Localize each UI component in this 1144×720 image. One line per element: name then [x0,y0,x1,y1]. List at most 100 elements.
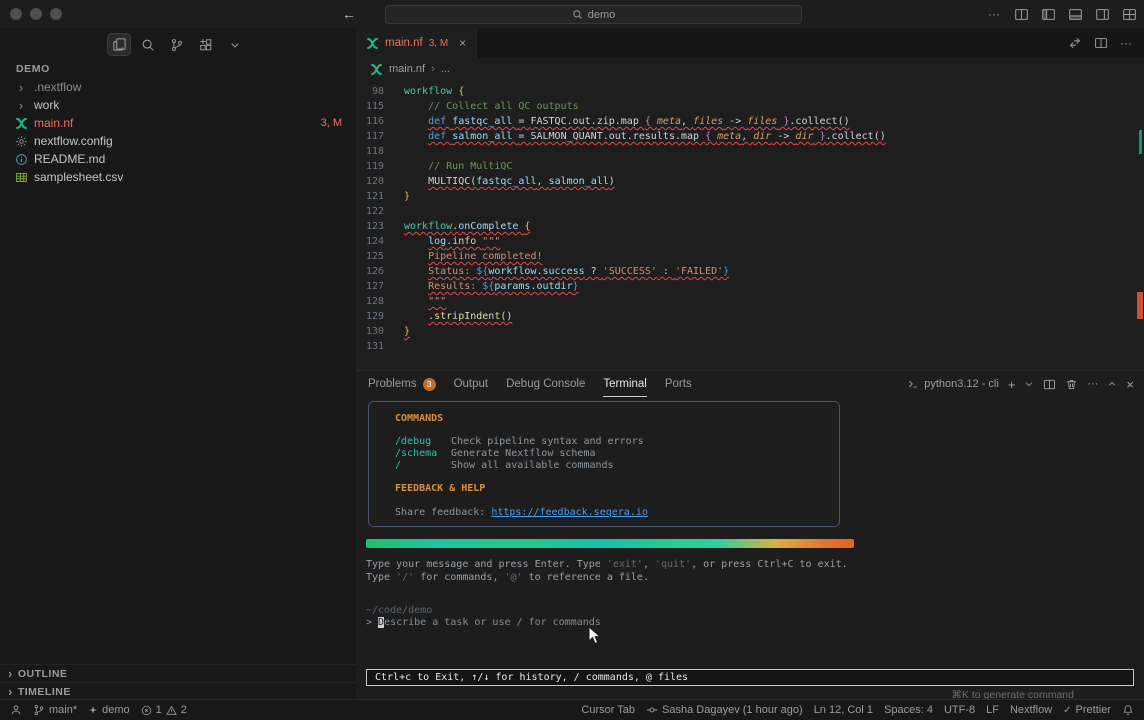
extensions-icon[interactable] [195,34,217,55]
zoom-window-button[interactable] [50,8,62,20]
code-editor[interactable]: 98workflow {115 // Collect all QC output… [356,80,1134,370]
split-terminal-icon[interactable] [1043,378,1056,391]
chevron-down-icon[interactable] [224,34,246,55]
indentation-status[interactable]: Spaces: 4 [884,704,933,716]
code-token: // Run MultiQC [428,161,512,172]
panel-tab-terminal[interactable]: Terminal [603,371,646,397]
open-changes-icon[interactable] [1068,36,1082,50]
code-line[interactable]: 129 .stripIndent() [356,309,1134,324]
line-number: 127 [356,279,384,294]
customize-layout-icon[interactable] [1120,4,1138,24]
file-row-.nextflow[interactable]: ›.nextflow [0,78,356,96]
tab-main-nf[interactable]: main.nf 3, M × [356,28,477,58]
project-status[interactable]: demo [88,704,130,716]
encoding-status[interactable]: UTF-8 [944,704,975,716]
code-token: Pipeline completed! [428,251,542,262]
code-line[interactable]: 120 MULTIQC(fastqc_all, salmon_all) [356,174,1134,189]
window-controls[interactable] [10,8,62,20]
panel-tab-ports[interactable]: Ports [665,371,692,397]
code-token: , [537,176,549,187]
minimize-window-button[interactable] [30,8,42,20]
panel-more-icon[interactable]: ··· [1087,378,1098,390]
hint-text: , [643,559,655,570]
problems-status[interactable]: 1 2 [141,704,187,716]
maximize-panel-icon[interactable] [1107,379,1117,389]
formatter-status[interactable]: ✓Prettier [1063,704,1111,716]
back-icon[interactable]: ← [342,4,356,24]
command-center-search[interactable]: demo [385,5,802,24]
tab-problems-badge: 3, M [429,38,448,49]
terminal-input-hint-bar[interactable]: Ctrl+c to Exit, ↑/↓ for history, / comma… [366,669,1134,686]
more-actions-icon[interactable]: ··· [1120,36,1132,50]
terminal-dropdown-icon[interactable] [1024,379,1034,389]
code-token [404,311,428,322]
close-panel-icon[interactable]: × [1126,377,1134,392]
split-editor-icon[interactable] [1094,36,1108,50]
remote-indicator[interactable] [10,704,22,716]
code-line[interactable]: 119 // Run MultiQC [356,159,1134,174]
code-line[interactable]: 98workflow { [356,84,1134,99]
source-control-icon[interactable] [166,34,188,55]
feedback-link[interactable]: https://feedback.seqera.io [491,507,648,518]
code-line[interactable]: 131 [356,339,1134,354]
explorer-section-title[interactable]: DEMO [16,63,50,75]
breadcrumb-symbol[interactable]: ... [441,63,450,75]
panel-tab-debug-console[interactable]: Debug Console [506,371,585,397]
code-line[interactable]: 128 """ [356,294,1134,309]
code-line[interactable]: 126 Status: ${workflow.success ? 'SUCCES… [356,264,1134,279]
code-line[interactable]: 130} [356,324,1134,339]
panel-tab-output[interactable]: Output [454,371,489,397]
file-row-main.nf[interactable]: main.nf3, M [0,114,356,132]
notifications-bell[interactable] [1122,704,1134,716]
code-token: FASTQC.out.zip.map [530,116,644,127]
code-line[interactable]: 124 log.info """ [356,234,1134,249]
git-blame-status[interactable]: Sasha Dagayev (1 hour ago) [646,704,803,716]
cursor-tab-status[interactable]: Cursor Tab [581,704,635,716]
search-icon [572,9,583,20]
code-line[interactable]: 125 Pipeline completed! [356,249,1134,264]
code-line[interactable]: 116 def fastqc_all = FASTQC.out.zip.map … [356,114,1134,129]
toggle-sidebar-icon[interactable] [1039,4,1057,24]
error-squiggle: workflow.onComplete { [404,221,530,232]
close-tab-icon[interactable]: × [459,36,466,50]
commands-list: /debugCheck pipeline syntax and errors/s… [395,436,839,472]
command-name: /debug [395,436,451,448]
timeline-section[interactable]: ›TIMELINE [0,682,356,700]
new-terminal-icon[interactable]: + [1008,377,1016,392]
cursor-position[interactable]: Ln 12, Col 1 [814,704,873,716]
search-view-icon[interactable] [137,34,159,55]
eol-status[interactable]: LF [986,704,999,716]
terminal-prompt[interactable]: >Describe a task or use / for commands [366,617,601,628]
close-window-button[interactable] [10,8,22,20]
code-line[interactable]: 122 [356,204,1134,219]
panel-tab-label: Debug Console [506,378,585,390]
status-gradient-bar [366,539,854,548]
git-branch-status[interactable]: main* [33,704,77,716]
more-actions-icon[interactable]: ··· [985,4,1003,24]
code-line[interactable]: 118 [356,144,1134,159]
breadcrumb[interactable]: main.nf › ... [356,58,1144,80]
language-mode[interactable]: Nextflow [1010,704,1052,716]
split-editor-icon[interactable] [1012,4,1030,24]
code-line[interactable]: 123workflow.onComplete { [356,219,1134,234]
file-row-samplesheet.csv[interactable]: samplesheet.csv [0,168,356,186]
kill-terminal-icon[interactable] [1065,378,1078,391]
file-row-nextflow.config[interactable]: nextflow.config [0,132,356,150]
breadcrumb-file[interactable]: main.nf [389,63,425,75]
terminal-instance[interactable]: python3.12 - cli [907,378,999,390]
file-row-README.md[interactable]: README.md [0,150,356,168]
explorer-icon[interactable] [108,34,130,55]
code-line[interactable]: 115 // Collect all QC outputs [356,99,1134,114]
feedback-heading: FEEDBACK & HELP [395,483,839,495]
panel-tab-problems[interactable]: Problems3 [368,371,436,397]
file-row-work[interactable]: ›work [0,96,356,114]
toggle-panel-icon[interactable] [1066,4,1084,24]
code-line[interactable]: 117 def salmon_all = SALMON_QUANT.out.re… [356,129,1134,144]
outline-section[interactable]: ›OUTLINE [0,664,356,682]
toggle-secondary-sidebar-icon[interactable] [1093,4,1111,24]
code-token: fastqc_all [452,116,518,127]
code-line[interactable]: 121} [356,189,1134,204]
error-squiggle: def fastqc_all = FASTQC.out.zip.map { me… [428,116,850,127]
terminal-body[interactable]: COMMANDS /debugCheck pipeline syntax and… [356,397,1144,700]
code-line[interactable]: 127 Results: ${params.outdir} [356,279,1134,294]
